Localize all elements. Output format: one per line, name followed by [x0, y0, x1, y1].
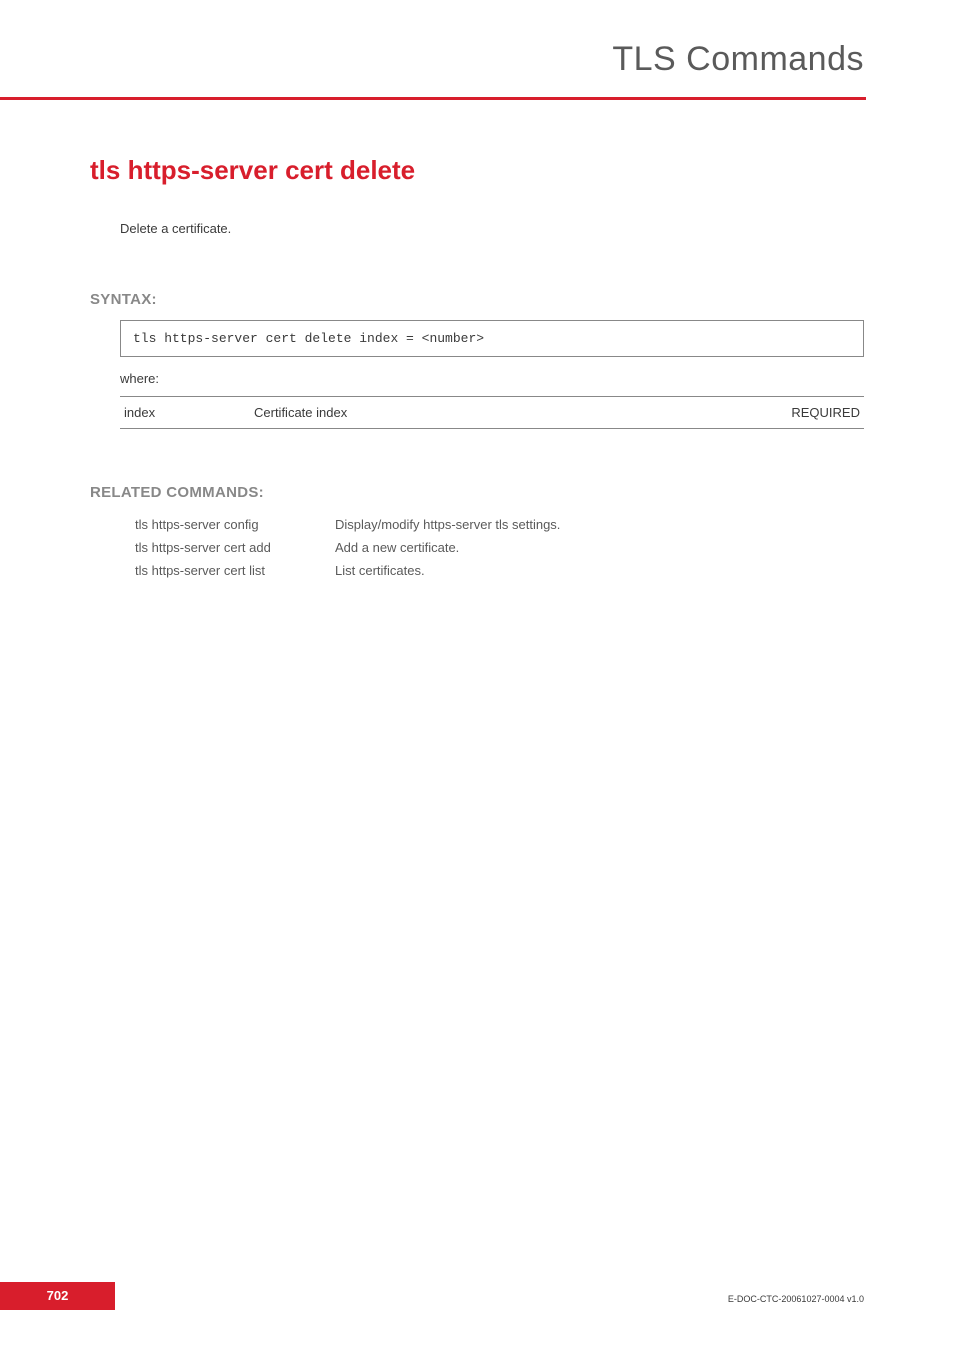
- header-underline: [0, 97, 866, 100]
- param-desc: Certificate index: [250, 397, 764, 429]
- section-description: Delete a certificate.: [120, 221, 864, 236]
- table-row: tls https-server cert add Add a new cert…: [135, 536, 560, 559]
- page-number: 702: [0, 1282, 115, 1310]
- related-label: RELATED COMMANDS:: [90, 484, 864, 501]
- related-desc: Add a new certificate.: [335, 536, 560, 559]
- related-cmd: tls https-server cert add: [135, 536, 335, 559]
- syntax-label: SYNTAX:: [90, 291, 864, 308]
- page-header: TLS Commands: [0, 0, 954, 100]
- related-desc: Display/modify https-server tls settings…: [335, 513, 560, 536]
- related-section: RELATED COMMANDS: tls https-server confi…: [90, 484, 864, 582]
- related-cmd: tls https-server config: [135, 513, 335, 536]
- page-content: tls https-server cert delete Delete a ce…: [0, 100, 954, 582]
- section-title: tls https-server cert delete: [90, 155, 864, 186]
- page-footer: 702 E-DOC-CTC-20061027-0004 v1.0: [0, 1280, 954, 1310]
- table-row: index Certificate index REQUIRED: [120, 397, 864, 429]
- doc-id: E-DOC-CTC-20061027-0004 v1.0: [728, 1294, 864, 1304]
- table-row: tls https-server cert list List certific…: [135, 559, 560, 582]
- where-label: where:: [120, 371, 864, 386]
- header-title: TLS Commands: [0, 0, 864, 79]
- syntax-command-box: tls https-server cert delete index = <nu…: [120, 320, 864, 357]
- table-row: tls https-server config Display/modify h…: [135, 513, 560, 536]
- params-table: index Certificate index REQUIRED: [120, 396, 864, 429]
- related-cmd: tls https-server cert list: [135, 559, 335, 582]
- related-table: tls https-server config Display/modify h…: [135, 513, 560, 582]
- related-desc: List certificates.: [335, 559, 560, 582]
- param-req: REQUIRED: [764, 397, 864, 429]
- param-name: index: [120, 397, 250, 429]
